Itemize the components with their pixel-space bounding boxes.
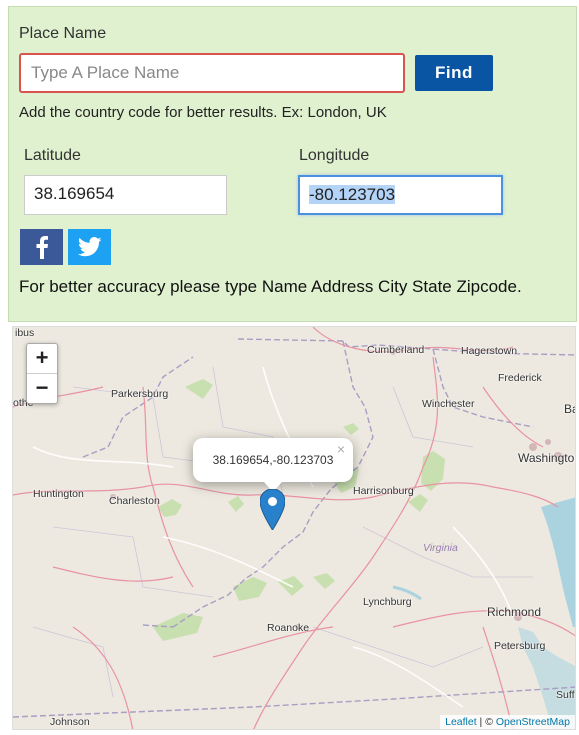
facebook-icon xyxy=(36,236,48,259)
accuracy-note: For better accuracy please type Name Add… xyxy=(19,277,522,296)
map-label-bus: ibus xyxy=(15,327,35,339)
map-label-richmond: Richmond xyxy=(487,605,542,619)
location-marker-icon[interactable] xyxy=(260,489,285,530)
twitter-share-button[interactable] xyxy=(68,229,111,265)
map-label-virginia: Virginia xyxy=(423,542,458,554)
map-label-washington: Washington xyxy=(518,451,576,465)
zoom-in-button[interactable]: + xyxy=(27,344,57,374)
osm-link[interactable]: OpenStreetMap xyxy=(496,716,570,728)
location-popup: 38.169654,-80.123703 × xyxy=(193,438,353,492)
map-label-winchester: Winchester xyxy=(422,398,475,410)
latitude-value: 38.169654 xyxy=(34,184,115,203)
map-view[interactable]: ibus Cumberland Hagerstown Frederick oth… xyxy=(12,326,576,730)
map-label-johnson: Johnson xyxy=(50,716,90,728)
map-tiles xyxy=(13,327,575,729)
popup-close-button[interactable]: × xyxy=(337,441,345,457)
popup-coordinates: 38.169654,-80.123703 xyxy=(212,453,334,467)
country-code-hint: Add the country code for better results.… xyxy=(19,104,387,121)
map-label-parkersburg: Parkersburg xyxy=(111,388,169,400)
longitude-field[interactable]: -80.123703 xyxy=(298,175,503,215)
map-label-huntington: Huntington xyxy=(33,488,84,500)
map-attribution: Leaflet | © OpenStreetMap xyxy=(440,715,575,729)
latitude-label: Latitude xyxy=(24,147,81,164)
map-label-cumberland: Cumberland xyxy=(367,344,425,356)
twitter-icon xyxy=(77,237,102,257)
zoom-control: + − xyxy=(26,343,58,404)
map-label-roanoke: Roanoke xyxy=(267,622,310,634)
map-label-petersburg: Petersburg xyxy=(494,640,546,652)
place-name-input[interactable] xyxy=(19,53,405,93)
search-panel: Place Name Find Add the country code for… xyxy=(8,6,577,322)
longitude-value: -80.123703 xyxy=(309,185,396,204)
map-label-harrisonburg: Harrisonburg xyxy=(353,485,414,497)
attribution-separator: | © xyxy=(476,716,496,728)
map-label-charleston: Charleston xyxy=(109,495,160,507)
map-label-frederick: Frederick xyxy=(498,372,542,384)
zoom-out-button[interactable]: − xyxy=(27,374,57,403)
leaflet-link[interactable]: Leaflet xyxy=(445,716,477,728)
longitude-label: Longitude xyxy=(299,147,370,164)
map-label-ba: Ba xyxy=(564,402,575,416)
map-label-hagerstown: Hagerstown xyxy=(461,345,518,357)
find-button[interactable]: Find xyxy=(415,55,493,91)
facebook-share-button[interactable] xyxy=(20,229,63,265)
place-name-label: Place Name xyxy=(19,25,107,42)
map-label-suff: Suff xyxy=(556,689,575,701)
latitude-field[interactable]: 38.169654 xyxy=(24,175,227,215)
map-label-lynchburg: Lynchburg xyxy=(363,596,412,608)
